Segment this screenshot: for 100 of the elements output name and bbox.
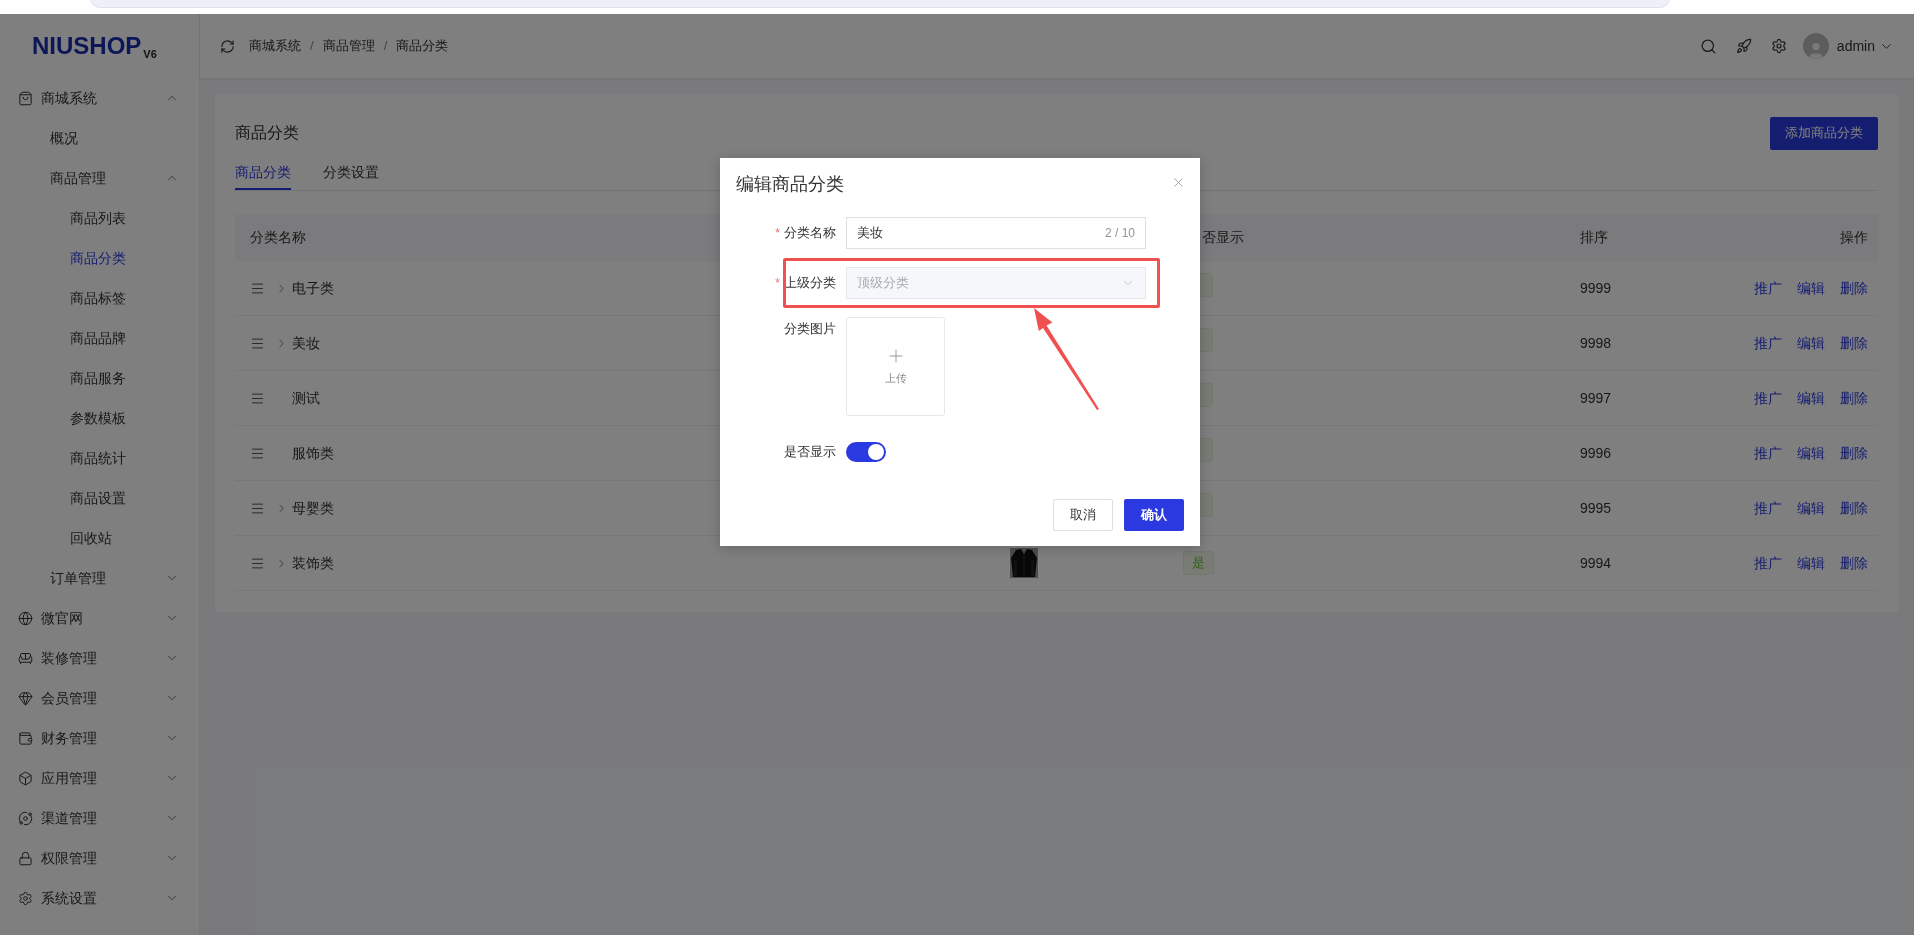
sort-value: 9996 bbox=[1580, 443, 1612, 463]
add-category-button[interactable]: 添加商品分类 bbox=[1770, 116, 1878, 150]
wallet-icon bbox=[18, 730, 33, 746]
cancel-button[interactable]: 取消 bbox=[1053, 499, 1113, 531]
sidebar-item[interactable]: 概况 bbox=[0, 118, 199, 158]
action-link[interactable]: 编辑 bbox=[1797, 332, 1825, 354]
action-link[interactable]: 删除 bbox=[1840, 277, 1868, 299]
sidebar-item[interactable]: 商品列表 bbox=[0, 198, 199, 238]
sidebar-item[interactable]: 财务管理 bbox=[0, 718, 199, 758]
dialog-title: 编辑商品分类 bbox=[736, 173, 844, 196]
sort-value: 9999 bbox=[1580, 278, 1612, 298]
sort-value: 9995 bbox=[1580, 498, 1612, 518]
sort-value: 9998 bbox=[1580, 333, 1612, 353]
column-header: 分类名称 bbox=[249, 228, 306, 247]
sort-value: 9997 bbox=[1580, 388, 1612, 408]
lock-icon bbox=[18, 850, 33, 866]
tab[interactable]: 商品分类 bbox=[235, 156, 291, 190]
field-label: 是否显示 bbox=[784, 443, 836, 462]
char-counter: 2 / 10 bbox=[1104, 225, 1135, 242]
bag-icon bbox=[18, 90, 33, 106]
box-icon bbox=[18, 770, 33, 786]
sidebar-item[interactable]: 权限管理 bbox=[0, 838, 199, 878]
sidebar-item[interactable]: 商品服务 bbox=[0, 358, 199, 398]
sidebar-item[interactable]: 商品品牌 bbox=[0, 318, 199, 358]
sidebar-item[interactable]: 回收站 bbox=[0, 518, 199, 558]
action-link[interactable]: 编辑 bbox=[1797, 387, 1825, 409]
action-link[interactable]: 推广 bbox=[1754, 277, 1782, 299]
settings-icon[interactable] bbox=[1770, 38, 1787, 54]
confirm-button[interactable]: 确认 bbox=[1124, 499, 1184, 531]
breadcrumb-separator: / bbox=[383, 37, 388, 56]
sidebar-item[interactable]: 商品统计 bbox=[0, 438, 199, 478]
category-name: 母婴类 bbox=[292, 498, 334, 518]
action-link[interactable]: 编辑 bbox=[1797, 442, 1825, 464]
breadcrumb-item[interactable]: 商品分类 bbox=[396, 36, 449, 56]
sidebar-item[interactable]: 应用管理 bbox=[0, 758, 199, 798]
page-title: 商品分类 bbox=[235, 123, 299, 143]
action-link[interactable]: 删除 bbox=[1840, 387, 1868, 409]
drag-handle-icon[interactable] bbox=[250, 555, 265, 571]
sidebar-item[interactable]: 商品管理 bbox=[0, 158, 199, 198]
user-name[interactable]: admin bbox=[1836, 35, 1875, 57]
action-link[interactable]: 推广 bbox=[1754, 497, 1782, 519]
show-switch[interactable] bbox=[846, 442, 886, 462]
column-header: 操作 bbox=[1840, 228, 1868, 247]
sidebar-item[interactable]: 商城系统 bbox=[0, 78, 199, 118]
settings-icon bbox=[18, 890, 33, 906]
sidebar-item[interactable]: 系统设置 bbox=[0, 878, 199, 918]
action-link[interactable]: 推广 bbox=[1754, 442, 1782, 464]
action-link[interactable]: 删除 bbox=[1840, 442, 1868, 464]
category-name: 装饰类 bbox=[292, 553, 334, 573]
rocket-icon[interactable] bbox=[1735, 38, 1752, 54]
sidebar-item[interactable]: 微官网 bbox=[0, 598, 199, 638]
gem-icon bbox=[18, 690, 33, 706]
sidebar-item[interactable]: 参数模板 bbox=[0, 398, 199, 438]
required-mark: * bbox=[775, 275, 780, 292]
sidebar-item[interactable]: 会员管理 bbox=[0, 678, 199, 718]
action-link[interactable]: 推广 bbox=[1754, 332, 1782, 354]
breadcrumb-item[interactable]: 商品管理 bbox=[322, 36, 375, 56]
orbit-icon bbox=[18, 810, 33, 826]
sidebar-item[interactable]: 渠道管理 bbox=[0, 798, 199, 838]
action-link[interactable]: 推广 bbox=[1754, 387, 1782, 409]
drag-handle-icon[interactable] bbox=[250, 500, 265, 516]
action-link[interactable]: 删除 bbox=[1840, 497, 1868, 519]
drag-handle-icon[interactable] bbox=[250, 390, 265, 406]
field-label: 分类图片 bbox=[784, 320, 836, 338]
upload-box[interactable]: 上传 bbox=[846, 317, 945, 416]
breadcrumb-separator: / bbox=[310, 37, 314, 56]
category-name: 美妆 bbox=[292, 333, 320, 353]
logo: NIUSHOP bbox=[32, 31, 142, 61]
sort-value: 9994 bbox=[1580, 553, 1612, 573]
globe-icon bbox=[18, 610, 33, 626]
required-mark: * bbox=[775, 225, 780, 242]
action-link[interactable]: 删除 bbox=[1840, 552, 1868, 574]
logo-version: V6 bbox=[143, 46, 157, 62]
sidebar-item[interactable]: 商品标签 bbox=[0, 278, 199, 318]
action-link[interactable]: 编辑 bbox=[1797, 552, 1825, 574]
sidebar-item[interactable]: 商品设置 bbox=[0, 478, 199, 518]
close-icon[interactable] bbox=[1171, 175, 1186, 190]
field-label: 分类名称 bbox=[784, 224, 836, 243]
category-name: 电子类 bbox=[292, 278, 334, 298]
sidebar-item[interactable]: 订单管理 bbox=[0, 558, 199, 598]
column-header: 否显示 bbox=[1201, 228, 1244, 247]
sofa-icon bbox=[18, 650, 33, 666]
sidebar-item[interactable]: 装修管理 bbox=[0, 638, 199, 678]
breadcrumb-item[interactable]: 商城系统 bbox=[249, 36, 301, 56]
sidebar-item[interactable]: 商品分类 bbox=[0, 238, 199, 278]
action-link[interactable]: 删除 bbox=[1840, 332, 1868, 354]
drag-handle-icon[interactable] bbox=[250, 335, 265, 351]
name-input[interactable]: 美妆 2 / 10 bbox=[846, 217, 1146, 249]
status-tag: 是 bbox=[1183, 551, 1214, 575]
category-name: 服饰类 bbox=[292, 443, 334, 463]
refresh-icon[interactable] bbox=[220, 38, 235, 54]
search-icon[interactable] bbox=[1699, 37, 1717, 55]
drag-handle-icon[interactable] bbox=[250, 280, 265, 296]
action-link[interactable]: 编辑 bbox=[1797, 497, 1825, 519]
drag-handle-icon[interactable] bbox=[250, 445, 265, 461]
action-link[interactable]: 推广 bbox=[1754, 552, 1782, 574]
category-name: 测试 bbox=[292, 388, 320, 408]
tab[interactable]: 分类设置 bbox=[323, 156, 379, 190]
column-header: 排序 bbox=[1580, 228, 1608, 247]
action-link[interactable]: 编辑 bbox=[1797, 277, 1825, 299]
